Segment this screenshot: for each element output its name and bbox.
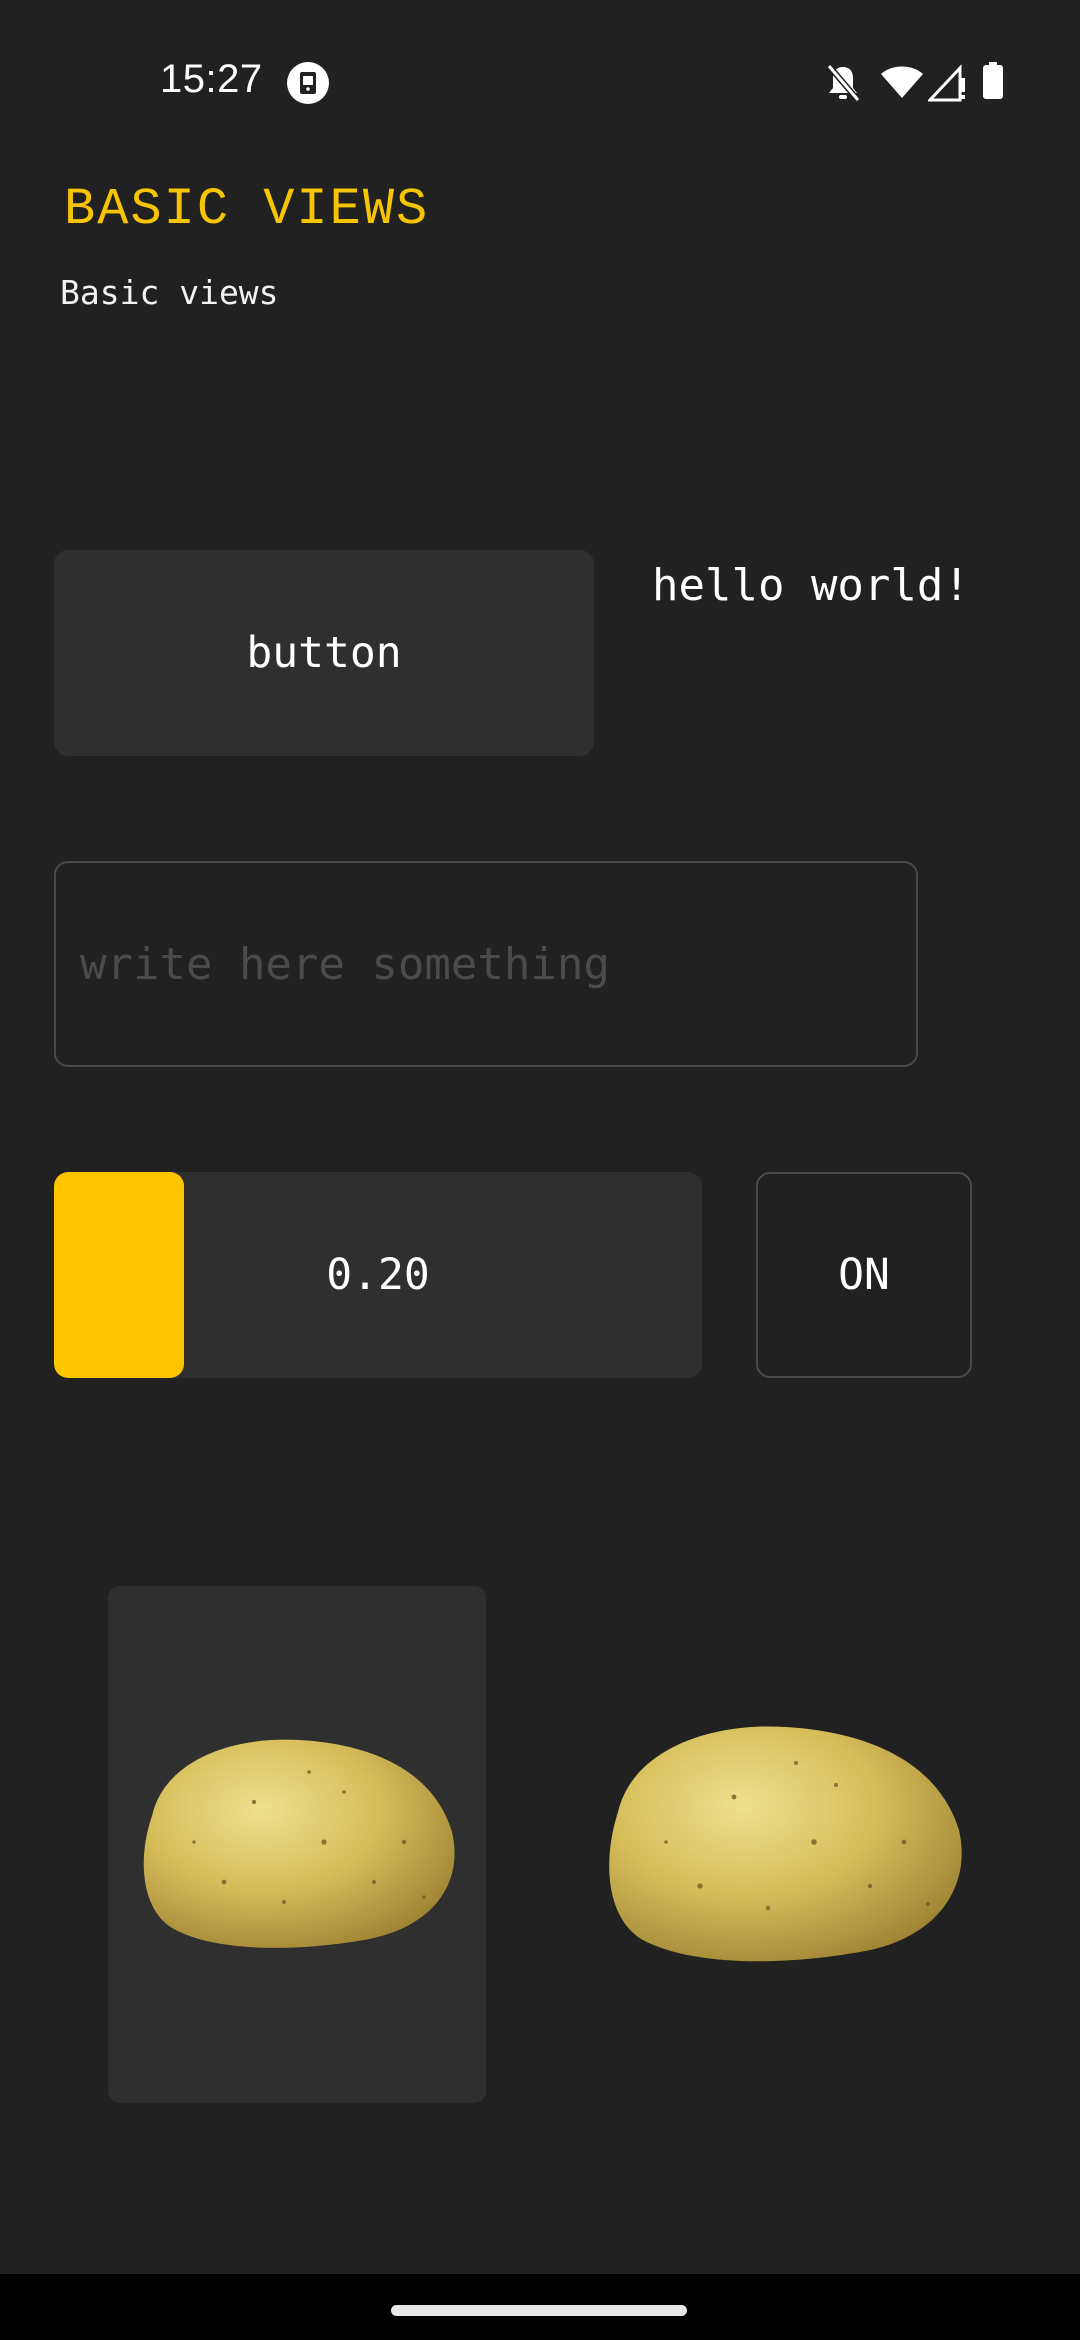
notifications-off-icon	[826, 64, 860, 102]
status-bar: 15:27	[0, 0, 1080, 150]
page-title: BASIC VIEWS	[64, 180, 430, 239]
potato-image	[143, 1739, 455, 1948]
navigation-bar	[0, 2274, 1080, 2340]
hello-world-text: hello world!	[652, 560, 970, 611]
app-notification-icon	[287, 62, 329, 104]
on-toggle-button[interactable]: ON	[756, 1172, 972, 1378]
value-slider[interactable]: 0.20	[54, 1172, 702, 1378]
page-subtitle: Basic views	[60, 273, 279, 312]
cellular-signal-icon	[928, 64, 965, 102]
battery-icon	[983, 62, 1003, 99]
potato-image	[609, 1726, 962, 1962]
text-input-field[interactable]	[54, 861, 918, 1067]
slider-value-label: 0.20	[326, 1250, 430, 1300]
wifi-icon	[881, 66, 923, 98]
basic-button[interactable]: button	[54, 550, 594, 756]
home-gesture-handle[interactable]	[391, 2305, 687, 2316]
status-time: 15:27	[160, 57, 263, 101]
